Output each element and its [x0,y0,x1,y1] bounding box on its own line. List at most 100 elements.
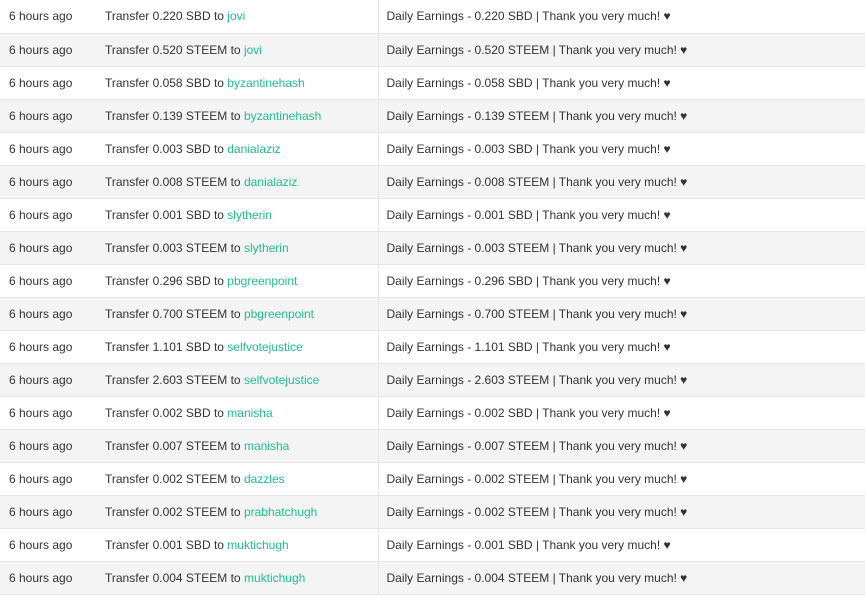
transfer-memo: Daily Earnings - 0.058 SBD | Thank you v… [378,66,865,100]
transfer-description: Transfer 0.058 SBD to byzantinehash [97,66,379,100]
table-row: 6 hours ago Transfer 0.139 STEEM to byzan… [0,99,865,133]
table-row: 6 hours ago Transfer 0.004 STEEM to mukti… [0,561,865,595]
transfer-time: 6 hours ago [0,132,97,166]
transfer-amount-text: Transfer 1.101 SBD to [105,339,224,354]
transfer-history-body: 6 hours ago Transfer 0.220 SBD to jovi Dai… [0,0,865,595]
transfer-description: Transfer 0.002 SBD to manisha [97,396,379,430]
recipient-account-link[interactable]: prabhatchugh [244,505,317,519]
transfer-time: 6 hours ago [0,363,97,397]
transfer-time: 6 hours ago [0,0,97,34]
transfer-memo: Daily Earnings - 0.220 SBD | Thank you v… [378,0,865,34]
transfer-time: 6 hours ago [0,297,97,331]
transfer-description: Transfer 1.101 SBD to selfvotejustice [97,330,379,364]
transfer-time: 6 hours ago [0,198,97,232]
table-row: 6 hours ago Transfer 0.002 STEEM to prabh… [0,495,865,529]
transfer-time: 6 hours ago [0,264,97,298]
transfer-history-table: 6 hours ago Transfer 0.220 SBD to jovi Dai… [0,0,865,595]
table-row: 6 hours ago Transfer 0.008 STEEM to dania… [0,165,865,199]
transfer-amount-text: Transfer 0.520 STEEM to [105,42,241,57]
transfer-amount-text: Transfer 0.058 SBD to [105,75,224,90]
transfer-memo: Daily Earnings - 0.003 STEEM | Thank you… [378,231,865,265]
table-row: 6 hours ago Transfer 0.007 STEEM to manis… [0,429,865,463]
recipient-account-link[interactable]: pbgreenpoint [227,274,297,288]
transfer-amount-text: Transfer 0.001 SBD to [105,207,224,222]
transfer-memo: Daily Earnings - 0.003 SBD | Thank you v… [378,132,865,166]
table-row: 6 hours ago Transfer 0.002 STEEM to dazzl… [0,462,865,496]
transfer-time: 6 hours ago [0,231,97,265]
transfer-amount-text: Transfer 0.002 STEEM to [105,504,241,519]
transfer-amount-text: Transfer 0.002 STEEM to [105,471,241,486]
recipient-account-link[interactable]: muktichugh [244,571,305,585]
recipient-account-link[interactable]: selfvotejustice [227,340,302,354]
transfer-description: Transfer 0.700 STEEM to pbgreenpoint [97,297,379,331]
recipient-account-link[interactable]: muktichugh [227,538,288,552]
transfer-description: Transfer 0.007 STEEM to manisha [97,429,379,463]
transfer-amount-text: Transfer 0.003 SBD to [105,141,224,156]
transfer-description: Transfer 0.003 SBD to danialaziz [97,132,379,166]
recipient-account-link[interactable]: jovi [244,43,262,57]
transfer-description: Transfer 0.139 STEEM to byzantinehash [97,99,379,133]
transfer-amount-text: Transfer 0.004 STEEM to [105,570,241,585]
transfer-time: 6 hours ago [0,330,97,364]
transfer-memo: Daily Earnings - 0.002 SBD | Thank you v… [378,396,865,430]
transfer-amount-text: Transfer 0.003 STEEM to [105,240,241,255]
table-row: 6 hours ago Transfer 0.003 STEEM to slyth… [0,231,865,265]
transfer-memo: Daily Earnings - 2.603 STEEM | Thank you… [378,363,865,397]
transfer-amount-text: Transfer 0.700 STEEM to [105,306,241,321]
transfer-memo: Daily Earnings - 0.002 STEEM | Thank you… [378,462,865,496]
transfer-memo: Daily Earnings - 0.007 STEEM | Thank you… [378,429,865,463]
transfer-time: 6 hours ago [0,66,97,100]
recipient-account-link[interactable]: manisha [244,439,289,453]
transfer-memo: Daily Earnings - 0.520 STEEM | Thank you… [378,33,865,67]
transfer-time: 6 hours ago [0,99,97,133]
recipient-account-link[interactable]: slytherin [227,208,272,222]
transfer-time: 6 hours ago [0,495,97,529]
transfer-description: Transfer 0.004 STEEM to muktichugh [97,561,379,595]
transfer-amount-text: Transfer 0.139 STEEM to [105,108,241,123]
transfer-memo: Daily Earnings - 0.001 SBD | Thank you v… [378,198,865,232]
transfer-memo: Daily Earnings - 0.004 STEEM | Thank you… [378,561,865,595]
recipient-account-link[interactable]: danialaziz [227,142,280,156]
transfer-description: Transfer 0.001 SBD to muktichugh [97,528,379,562]
recipient-account-link[interactable]: byzantinehash [227,76,304,90]
transfer-amount-text: Transfer 0.007 STEEM to [105,438,241,453]
recipient-account-link[interactable]: manisha [227,406,272,420]
recipient-account-link[interactable]: pbgreenpoint [244,307,314,321]
transfer-description: Transfer 0.002 STEEM to prabhatchugh [97,495,379,529]
table-row: 6 hours ago Transfer 0.700 STEEM to pbgre… [0,297,865,331]
transfer-memo: Daily Earnings - 0.700 STEEM | Thank you… [378,297,865,331]
recipient-account-link[interactable]: dazzles [244,472,285,486]
table-row: 6 hours ago Transfer 0.003 SBD to daniala… [0,132,865,166]
table-row: 6 hours ago Transfer 0.220 SBD to jovi Dai… [0,0,865,34]
transfer-time: 6 hours ago [0,528,97,562]
transfer-memo: Daily Earnings - 0.002 STEEM | Thank you… [378,495,865,529]
recipient-account-link[interactable]: danialaziz [244,175,297,189]
table-row: 6 hours ago Transfer 2.603 STEEM to selfv… [0,363,865,397]
recipient-account-link[interactable]: selfvotejustice [244,373,319,387]
transfer-description: Transfer 0.003 STEEM to slytherin [97,231,379,265]
transfer-description: Transfer 0.008 STEEM to danialaziz [97,165,379,199]
transfer-memo: Daily Earnings - 1.101 SBD | Thank you v… [378,330,865,364]
table-row: 6 hours ago Transfer 0.001 SBD to slyther… [0,198,865,232]
transfer-description: Transfer 2.603 STEEM to selfvotejustice [97,363,379,397]
transfer-memo: Daily Earnings - 0.296 SBD | Thank you v… [378,264,865,298]
table-row: 6 hours ago Transfer 0.002 SBD to manisha… [0,396,865,430]
transfer-time: 6 hours ago [0,429,97,463]
transfer-memo: Daily Earnings - 0.139 STEEM | Thank you… [378,99,865,133]
transfer-time: 6 hours ago [0,462,97,496]
recipient-account-link[interactable]: byzantinehash [244,109,321,123]
transfer-description: Transfer 0.520 STEEM to jovi [97,33,379,67]
transfer-amount-text: Transfer 0.220 SBD to [105,9,224,24]
recipient-account-link[interactable]: jovi [227,9,245,23]
transfer-time: 6 hours ago [0,396,97,430]
table-row: 6 hours ago Transfer 0.001 SBD to muktich… [0,528,865,562]
transfer-amount-text: Transfer 0.001 SBD to [105,537,224,552]
transfer-memo: Daily Earnings - 0.008 STEEM | Thank you… [378,165,865,199]
table-row: 6 hours ago Transfer 1.101 SBD to selfvot… [0,330,865,364]
recipient-account-link[interactable]: slytherin [244,241,289,255]
transfer-amount-text: Transfer 0.296 SBD to [105,273,224,288]
table-row: 6 hours ago Transfer 0.058 SBD to byzanti… [0,66,865,100]
transfer-description: Transfer 0.002 STEEM to dazzles [97,462,379,496]
transfer-time: 6 hours ago [0,33,97,67]
table-row: 6 hours ago Transfer 0.296 SBD to pbgreen… [0,264,865,298]
